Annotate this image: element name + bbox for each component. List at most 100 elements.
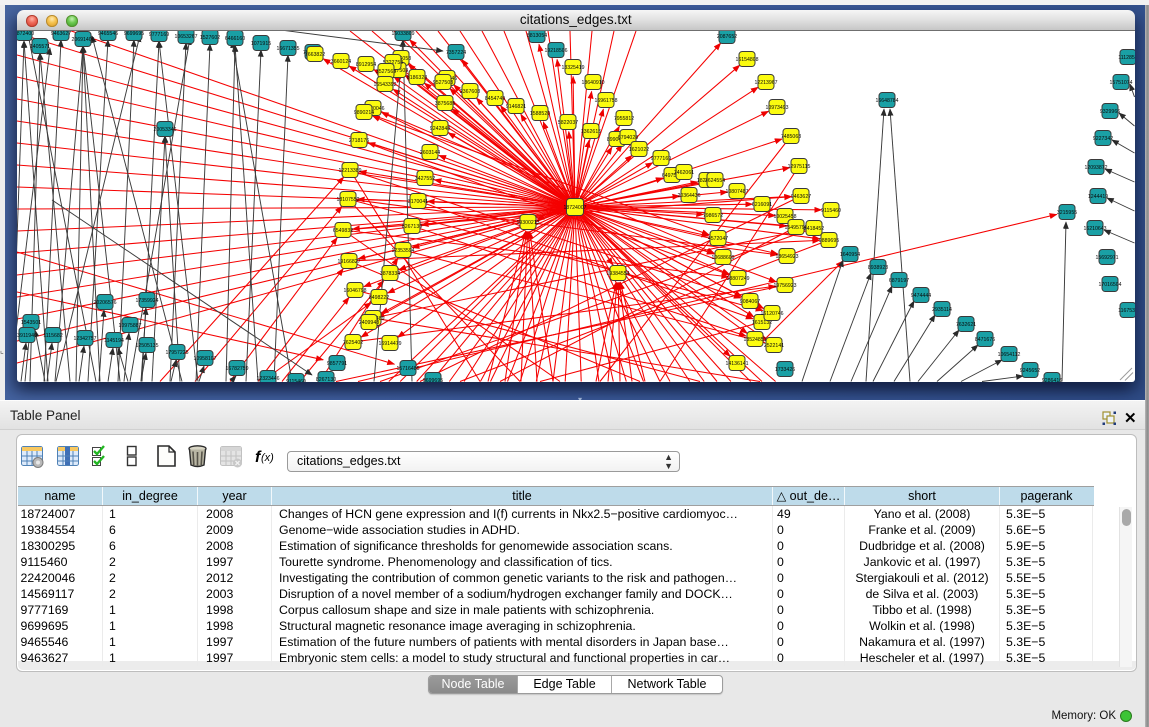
svg-text:3427552: 3427552: [415, 176, 435, 182]
svg-text:3875685: 3875685: [435, 101, 455, 107]
svg-text:9115460: 9115460: [821, 208, 841, 214]
svg-text:4572047: 4572047: [708, 236, 728, 242]
svg-text:12323446: 12323446: [256, 376, 279, 382]
svg-text:1588520: 1588520: [530, 111, 550, 117]
svg-text:9465546: 9465546: [98, 31, 118, 37]
svg-text:9889695: 9889695: [819, 238, 839, 244]
svg-text:8938923: 8938923: [868, 265, 888, 271]
svg-text:16914479: 16914479: [378, 341, 401, 347]
svg-text:1543501: 1543501: [21, 320, 41, 326]
svg-text:12505135: 12505135: [135, 343, 158, 349]
svg-text:12093872: 12093872: [1084, 165, 1107, 171]
svg-text:8471676: 8471676: [975, 337, 995, 343]
svg-text:8267130: 8267130: [402, 224, 422, 230]
svg-text:9084067: 9084067: [740, 299, 760, 305]
svg-text:1167531: 1167531: [1118, 308, 1134, 314]
svg-text:17016504: 17016504: [1098, 282, 1121, 288]
svg-text:16033809: 16033809: [391, 31, 414, 37]
svg-text:7462061: 7462061: [674, 170, 694, 176]
svg-text:10688609: 10688609: [711, 255, 734, 261]
svg-text:16671355: 16671355: [276, 46, 299, 52]
svg-text:16120746: 16120746: [760, 311, 783, 317]
svg-text:1115682: 1115682: [43, 333, 63, 339]
svg-text:6879197: 6879197: [889, 278, 909, 284]
svg-text:9463627: 9463627: [51, 31, 71, 37]
svg-text:12342757: 12342757: [73, 336, 96, 342]
svg-text:8418452: 8418452: [804, 226, 824, 232]
svg-text:1733426: 1733426: [775, 367, 795, 373]
svg-text:9474444: 9474444: [911, 293, 931, 299]
svg-text:9890214: 9890214: [354, 110, 374, 116]
svg-text:18640910: 18640910: [581, 80, 604, 86]
svg-text:15716485: 15716485: [396, 366, 419, 372]
svg-text:15751074: 15751074: [1109, 80, 1132, 86]
svg-text:8498222: 8498222: [369, 295, 389, 301]
svg-text:2935114: 2935114: [932, 307, 952, 313]
svg-text:3624554: 3624554: [705, 178, 725, 184]
svg-text:13654923: 13654923: [775, 254, 798, 260]
svg-text:12353594: 12353594: [391, 248, 414, 254]
svg-text:1640954: 1640954: [840, 252, 860, 258]
svg-text:18107552: 18107552: [336, 197, 359, 203]
svg-text:2718176: 2718176: [349, 138, 369, 144]
svg-text:2367608: 2367608: [460, 89, 480, 95]
svg-text:6794028: 6794028: [618, 135, 638, 141]
svg-text:3911940: 3911940: [17, 333, 37, 339]
svg-text:2522141: 2522141: [764, 343, 784, 349]
svg-text:9146821: 9146821: [506, 104, 526, 110]
svg-text:2603144: 2603144: [420, 150, 440, 156]
svg-text:7632621: 7632621: [956, 322, 976, 328]
svg-text:10958107: 10958107: [193, 356, 216, 362]
svg-text:9777169: 9777169: [651, 156, 671, 162]
svg-text:9857791: 9857791: [327, 361, 347, 367]
svg-text:3878334: 3878334: [380, 271, 400, 277]
svg-text:1405571: 1405571: [30, 44, 50, 50]
svg-text:8912954: 8912954: [356, 62, 376, 68]
svg-text:10653267: 10653267: [174, 34, 197, 40]
svg-text:1145194: 1145194: [104, 338, 124, 344]
svg-text:20364436: 20364436: [677, 193, 700, 199]
svg-text:6466160: 6466160: [225, 36, 245, 42]
svg-text:9286416: 9286416: [1042, 378, 1062, 382]
svg-text:9329966: 9329966: [1100, 109, 1120, 115]
svg-text:1527602: 1527602: [200, 35, 220, 41]
svg-text:19300213: 19300213: [516, 220, 539, 226]
svg-text:19218506: 19218506: [544, 48, 567, 54]
svg-text:9227342: 9227342: [1093, 136, 1113, 142]
svg-text:7986572: 7986572: [703, 213, 723, 219]
svg-text:16782759: 16782759: [225, 366, 248, 372]
svg-text:3660124: 3660124: [331, 59, 351, 65]
svg-text:20053346: 20053346: [153, 127, 176, 133]
svg-text:8813054: 8813054: [527, 33, 547, 39]
svg-text:10807487: 10807487: [725, 189, 748, 195]
svg-text:8186328: 8186328: [407, 75, 427, 81]
svg-text:9115460: 9115460: [286, 379, 306, 382]
svg-text:3215955: 3215955: [1057, 210, 1077, 216]
svg-text:13325419: 13325419: [561, 65, 584, 71]
svg-text:2409948: 2409948: [359, 320, 379, 326]
svg-text:10973493: 10973493: [765, 105, 788, 111]
svg-text:10975887: 10975887: [118, 323, 141, 329]
svg-text:16210643: 16210643: [1083, 226, 1106, 232]
svg-text:20691406: 20691406: [71, 37, 94, 43]
svg-text:7357224: 7357224: [446, 50, 466, 56]
svg-text:3170041: 3170041: [408, 199, 428, 205]
svg-text:19756923: 19756923: [773, 283, 796, 289]
svg-text:9463627: 9463627: [791, 194, 811, 200]
svg-text:17359924: 17359924: [135, 298, 158, 304]
svg-text:7625402: 7625402: [343, 340, 363, 346]
svg-text:15692971: 15692971: [1095, 255, 1118, 261]
svg-text:7485063: 7485063: [781, 134, 801, 140]
svg-text:9777169: 9777169: [149, 32, 169, 38]
svg-text:12213389: 12213389: [338, 168, 361, 174]
svg-text:14136141: 14136141: [725, 361, 748, 367]
svg-text:16154808: 16154808: [735, 57, 758, 63]
svg-text:20206576: 20206576: [93, 300, 116, 306]
svg-text:6216091: 6216091: [752, 202, 772, 208]
svg-text:17957225: 17957225: [165, 350, 188, 356]
svg-text:9699695: 9699695: [423, 378, 443, 382]
svg-text:3527563: 3527563: [376, 69, 396, 75]
svg-text:7663822: 7663822: [305, 52, 325, 58]
svg-text:8454749: 8454749: [485, 96, 505, 102]
svg-text:16543392: 16543392: [373, 82, 396, 88]
